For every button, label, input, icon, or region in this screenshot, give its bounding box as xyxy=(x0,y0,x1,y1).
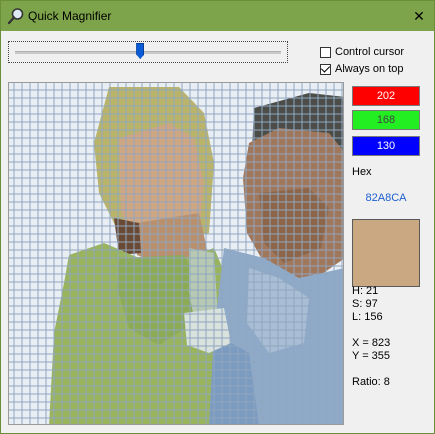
x-coordinate: X = 823 xyxy=(352,337,391,349)
magnified-image xyxy=(9,83,343,424)
close-button[interactable]: ✕ xyxy=(404,1,434,31)
always-on-top-label: Always on top xyxy=(335,63,404,75)
blue-value: 130 xyxy=(376,140,396,152)
red-value: 202 xyxy=(376,90,396,102)
blue-value-box: 130 xyxy=(352,136,420,156)
green-value: 168 xyxy=(376,114,396,126)
magnifier-window: Quick Magnifier ✕ Control cursor Always … xyxy=(0,0,435,434)
saturation-value: S: 97 xyxy=(352,298,378,310)
color-swatch xyxy=(352,219,420,287)
zoom-slider[interactable] xyxy=(8,41,288,63)
title-bar[interactable]: Quick Magnifier ✕ xyxy=(1,1,434,31)
lightness-value: L: 156 xyxy=(352,311,383,323)
green-value-box: 168 xyxy=(352,110,420,130)
control-cursor-checkbox[interactable]: Control cursor xyxy=(320,45,420,59)
zoom-slider-track xyxy=(15,51,281,54)
magnified-view[interactable] xyxy=(8,82,344,425)
ratio-value: Ratio: 8 xyxy=(352,376,390,388)
hue-value: H: 21 xyxy=(352,285,379,297)
close-icon: ✕ xyxy=(413,7,425,24)
magnifier-icon xyxy=(7,8,24,25)
hex-label: Hex xyxy=(352,166,372,178)
window-title: Quick Magnifier xyxy=(28,9,112,23)
always-on-top-checkbox-box[interactable] xyxy=(320,63,331,75)
zoom-slider-thumb[interactable] xyxy=(136,43,145,59)
red-value-box: 202 xyxy=(352,86,420,106)
hex-value[interactable]: 82A8CA xyxy=(352,192,420,204)
control-cursor-label: Control cursor xyxy=(335,46,405,58)
always-on-top-checkbox[interactable]: Always on top xyxy=(320,62,420,76)
y-coordinate: Y = 355 xyxy=(352,350,391,362)
control-cursor-checkbox-box[interactable] xyxy=(320,46,331,58)
